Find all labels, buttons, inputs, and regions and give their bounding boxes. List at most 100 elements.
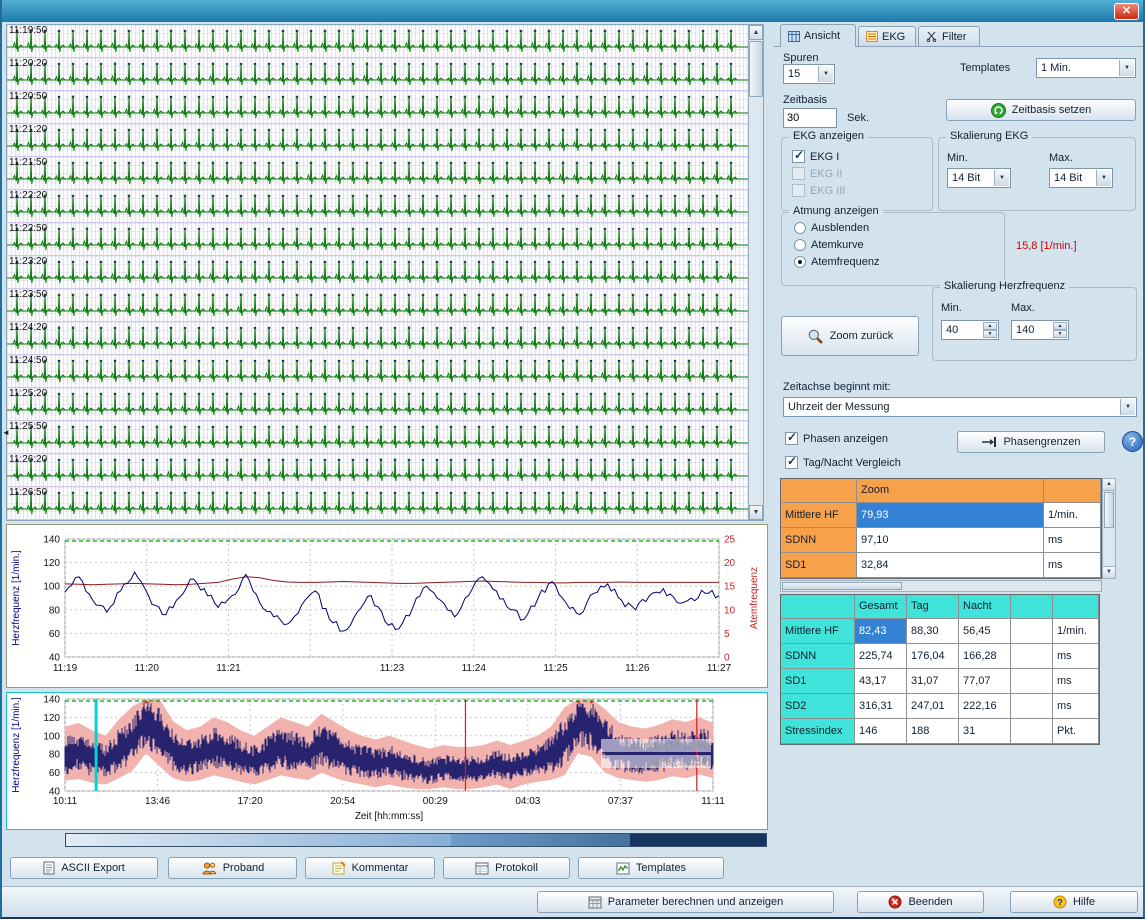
compare-table-row-label[interactable]: SD2 <box>781 694 855 719</box>
ecg-strip[interactable]: 11:23:20 <box>7 256 748 289</box>
ecg-strip[interactable]: 11:21:20 <box>7 124 748 157</box>
ekg-max-select[interactable]: 14 Bit ▼ <box>1049 168 1113 188</box>
ecg-vertical-scrollbar[interactable]: ▲ ▼ <box>748 25 763 520</box>
ekg2-row[interactable]: EKG II <box>792 167 842 180</box>
zeitbasis-setzen-button[interactable]: Zeitbasis setzen <box>946 99 1136 121</box>
scroll-down-icon[interactable]: ▼ <box>749 505 763 520</box>
ecg-strips-container[interactable]: 11:19:5011:20:2011:20:5011:21:2011:21:50… <box>7 25 748 520</box>
time-range-bar[interactable] <box>65 833 767 847</box>
compare-table-cell[interactable]: 31,07 <box>907 669 959 694</box>
tab-ansicht[interactable]: Ansicht <box>780 24 856 47</box>
zoom-table-row-label[interactable]: SD1 <box>781 553 857 578</box>
atemfrequenz-row[interactable]: Atemfrequenz <box>794 256 879 268</box>
zoom-table-hscroll-thumb[interactable] <box>782 582 902 590</box>
protokoll-button[interactable]: Protokoll <box>443 857 570 879</box>
hf-max-stepper[interactable]: 140 ▲ ▼ <box>1011 320 1069 340</box>
ecg-strip[interactable]: 11:23:50 <box>7 289 748 322</box>
ecg-strip[interactable]: 11:26:20 <box>7 454 748 487</box>
compare-table-row-label[interactable]: Stressindex <box>781 719 855 744</box>
spin-up-icon[interactable]: ▲ <box>1053 322 1067 330</box>
compare-table-cell[interactable]: 222,16 <box>959 694 1011 719</box>
zeitachse-select[interactable]: Uhrzeit der Messung ▼ <box>783 397 1137 417</box>
compare-table-row-label[interactable]: SDNN <box>781 644 855 669</box>
spin-down-icon[interactable]: ▼ <box>983 330 997 338</box>
table-row[interactable]: SD132,84ms <box>781 553 1101 578</box>
ekg3-row[interactable]: EKG III <box>792 184 845 197</box>
ekg1-row[interactable]: EKG I <box>792 150 839 163</box>
zeitbasis-input[interactable] <box>783 108 837 128</box>
table-row[interactable]: SDNN97,10ms <box>781 528 1101 553</box>
compare-table-cell[interactable]: 176,04 <box>907 644 959 669</box>
templates-button[interactable]: Templates <box>578 857 724 879</box>
compare-table-row-label[interactable]: SD1 <box>781 669 855 694</box>
time-range-segment-dark[interactable] <box>630 834 767 846</box>
compare-table-cell[interactable]: 247,01 <box>907 694 959 719</box>
compare-table-cell[interactable]: 43,17 <box>855 669 907 694</box>
atemkurve-radio[interactable] <box>794 239 806 251</box>
compare-table-cell[interactable]: 88,30 <box>907 619 959 644</box>
compare-table-row-label[interactable]: Mittlere HF <box>781 619 855 644</box>
compare-table-cell[interactable]: ms <box>1053 644 1099 669</box>
compare-table-cell[interactable]: 316,31 <box>855 694 907 719</box>
ausblenden-row[interactable]: Ausblenden <box>794 222 869 234</box>
spin-up-icon[interactable]: ▲ <box>983 322 997 330</box>
zoom-table-value-cell[interactable]: 97,10 <box>857 528 1044 553</box>
ecg-strip[interactable]: 11:20:20 <box>7 58 748 91</box>
tagnacht-checkbox[interactable] <box>785 456 798 469</box>
table-row[interactable]: Stressindex14618831Pkt. <box>781 719 1099 744</box>
chevron-down-icon[interactable]: ▼ <box>818 66 833 82</box>
spin-down-icon[interactable]: ▼ <box>1053 330 1067 338</box>
compare-table-cell[interactable]: ms <box>1053 694 1099 719</box>
table-row[interactable]: Mittlere HF79,931/min. <box>781 503 1101 528</box>
help-button[interactable]: ? <box>1122 431 1143 452</box>
compare-table-cell[interactable] <box>1011 619 1053 644</box>
fullday-heartrate-chart[interactable]: 14012010080604010:1113:4617:2020:5400:29… <box>6 692 768 830</box>
phasen-checkbox[interactable] <box>785 432 798 445</box>
ausblenden-radio[interactable] <box>794 222 806 234</box>
ekg1-checkbox[interactable] <box>792 150 805 163</box>
ecg-strip[interactable]: 11:22:50 <box>7 223 748 256</box>
proband-button[interactable]: Proband <box>168 857 297 879</box>
tab-ekg[interactable]: EKG <box>858 26 916 46</box>
compare-table-cell[interactable] <box>1011 669 1053 694</box>
compare-table-cell[interactable]: 1/min. <box>1053 619 1099 644</box>
atemkurve-row[interactable]: Atemkurve <box>794 239 864 251</box>
compare-table-cell[interactable]: 77,07 <box>959 669 1011 694</box>
zoom-table-row-label[interactable]: Mittlere HF <box>781 503 857 528</box>
table-row[interactable]: SD143,1731,0777,07ms <box>781 669 1099 694</box>
zoom-table-value-cell[interactable]: 32,84 <box>857 553 1044 578</box>
scroll-down-icon[interactable]: ▼ <box>1103 566 1115 578</box>
compare-table-cell[interactable]: Pkt. <box>1053 719 1099 744</box>
phasengrenzen-button[interactable]: Phasengrenzen <box>957 431 1105 453</box>
zoom-heartrate-chart[interactable]: 140120100806040252015105011:1911:2011:21… <box>6 524 768 688</box>
chevron-down-icon[interactable]: ▼ <box>1119 60 1134 76</box>
templates-select[interactable]: 1 Min. ▼ <box>1036 58 1136 78</box>
compare-table-cell[interactable] <box>1011 719 1053 744</box>
zoom-zurueck-button[interactable]: Zoom zurück <box>781 316 919 356</box>
compare-table-cell[interactable]: 82,43 <box>855 619 907 644</box>
title-bar[interactable]: ✕ <box>2 0 1143 22</box>
compare-table-cell[interactable] <box>1011 694 1053 719</box>
kommentar-button[interactable]: Kommentar <box>305 857 435 879</box>
compare-table-cell[interactable]: 31 <box>959 719 1011 744</box>
compare-table-cell[interactable]: 146 <box>855 719 907 744</box>
compare-table-cell[interactable]: 225,74 <box>855 644 907 669</box>
compare-table-cell[interactable]: 56,45 <box>959 619 1011 644</box>
ekg2-checkbox[interactable] <box>792 167 805 180</box>
hf-min-stepper[interactable]: 40 ▲ ▼ <box>941 320 999 340</box>
ecg-strip[interactable]: 11:20:50 <box>7 91 748 124</box>
close-button[interactable]: ✕ <box>1114 3 1139 20</box>
table-row[interactable]: SD2316,31247,01222,16 ms <box>781 694 1099 719</box>
chevron-down-icon[interactable]: ▼ <box>1096 170 1111 186</box>
ecg-strip[interactable]: 11:26:50 <box>7 487 748 520</box>
zoom-table-scroll-thumb[interactable] <box>1104 492 1114 528</box>
zoom-results-table[interactable]: ZoomMittlere HF79,931/min.SDNN97,10msSD1… <box>780 478 1102 579</box>
atemfrequenz-radio[interactable] <box>794 256 806 268</box>
spuren-select[interactable]: 15 ▼ <box>783 64 835 84</box>
ecg-strip[interactable]: 11:22:20 <box>7 190 748 223</box>
zoom-table-value-cell[interactable]: 79,93 <box>857 503 1044 528</box>
ecg-scrollbar-thumb[interactable] <box>749 41 763 97</box>
beenden-button[interactable]: Beenden <box>857 891 984 913</box>
hilfe-button[interactable]: ? Hilfe <box>1010 891 1138 913</box>
zoom-table-hscrollbar[interactable] <box>780 580 1102 592</box>
